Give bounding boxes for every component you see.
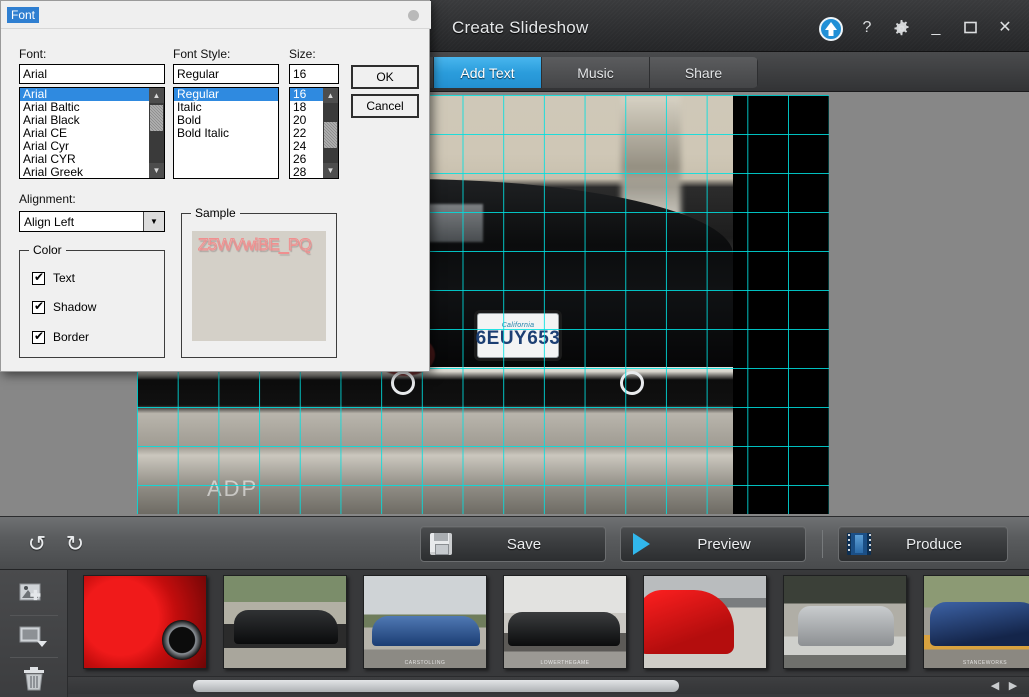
size-list-scrollbar[interactable]: ▲ ▼	[323, 88, 338, 178]
thumbnail-item[interactable]	[223, 575, 347, 669]
checkbox-icon[interactable]	[32, 301, 45, 314]
thumbnail-item[interactable]	[783, 575, 907, 669]
preview-button-label: Preview	[661, 536, 805, 553]
produce-button[interactable]: Produce	[838, 526, 1008, 562]
thumbnail-caption: CARSTOLLING	[364, 660, 486, 666]
gear-icon[interactable]	[889, 18, 913, 40]
filmstrip-tool-divider	[10, 615, 58, 616]
chevron-down-icon[interactable]: ▼	[143, 212, 164, 231]
color-text-label: Text	[53, 271, 75, 285]
font-style-input[interactable]: Regular	[173, 64, 279, 84]
color-border-checkbox-row[interactable]: Border	[32, 330, 89, 344]
film-icon	[839, 533, 879, 555]
sample-preview: Z5WVwiBE_PQ	[192, 231, 326, 341]
scroll-down-icon[interactable]: ▼	[149, 163, 164, 178]
style-option[interactable]: Bold Italic	[174, 127, 278, 140]
delete-slide-icon[interactable]	[14, 662, 54, 696]
size-list-scroll-thumb[interactable]	[324, 122, 337, 148]
thumbnail-item[interactable]: LOWERTHEGAME	[503, 575, 627, 669]
color-border-label: Border	[53, 330, 89, 344]
font-name-listbox[interactable]: Arial Arial Baltic Arial Black Arial CE …	[19, 87, 165, 179]
minimize-icon[interactable]: _	[924, 18, 948, 40]
save-button[interactable]: Save	[420, 526, 606, 562]
size-label: Size:	[289, 47, 316, 61]
color-group-title: Color	[29, 243, 66, 257]
font-list-scroll-thumb[interactable]	[150, 105, 163, 131]
play-icon	[621, 533, 661, 555]
save-button-label: Save	[461, 536, 605, 553]
tab-add-text[interactable]: Add Text	[434, 57, 542, 88]
filmstrip-scrollbar[interactable]: ◀ ▶	[68, 676, 1029, 694]
color-shadow-label: Shadow	[53, 300, 96, 314]
sample-group: Sample Z5WVwiBE_PQ	[181, 213, 337, 358]
tab-share[interactable]: Share	[650, 57, 758, 88]
filmstrip-scroll-thumb[interactable]	[193, 680, 679, 692]
maximize-icon[interactable]	[958, 18, 982, 40]
undo-icon[interactable]: ↺	[24, 531, 50, 557]
font-style-label: Font Style:	[173, 47, 230, 61]
window-title: Create Slideshow	[452, 18, 588, 38]
font-size-input[interactable]: 16	[289, 64, 339, 84]
color-text-checkbox-row[interactable]: Text	[32, 271, 75, 285]
thumbnail-item[interactable]: STANCEWORKS	[923, 575, 1029, 669]
plate-number: 6EUY653	[476, 329, 561, 349]
preview-button[interactable]: Preview	[620, 526, 806, 562]
font-dialog-close-icon[interactable]	[408, 10, 419, 21]
alignment-select[interactable]: Align Left ▼	[19, 211, 165, 232]
thumbnail-item[interactable]: CARSTOLLING	[363, 575, 487, 669]
redo-icon[interactable]: ↻	[62, 531, 88, 557]
checkbox-icon[interactable]	[32, 331, 45, 344]
color-shadow-checkbox-row[interactable]: Shadow	[32, 300, 96, 314]
scroll-left-icon[interactable]: ◀	[989, 680, 1001, 692]
font-dialog-title: Font	[7, 7, 39, 23]
filmstrip-toolbar	[0, 570, 68, 697]
sample-text: Z5WVwiBE_PQ	[198, 235, 311, 255]
ok-button[interactable]: OK	[351, 65, 419, 89]
close-icon[interactable]: ✕	[993, 18, 1017, 40]
cancel-button[interactable]: Cancel	[351, 94, 419, 118]
color-group: Color Text Shadow Border	[19, 250, 165, 358]
alignment-label: Alignment:	[19, 192, 76, 206]
thumbnail-item[interactable]	[643, 575, 767, 669]
thumbnail-caption: LOWERTHEGAME	[504, 660, 626, 666]
filmstrip: CARSTOLLING LOWERTHEGAME STANCEWORKS ◀ ▶	[0, 570, 1029, 697]
action-bar-divider	[822, 530, 823, 558]
help-icon[interactable]: ?	[855, 18, 879, 40]
thumbnail-item[interactable]	[83, 575, 207, 669]
action-bar: ↺ ↻ Save Preview Produce	[0, 516, 1029, 570]
sample-group-title: Sample	[191, 206, 240, 220]
scroll-down-icon[interactable]: ▼	[323, 163, 338, 178]
alignment-value: Align Left	[20, 212, 143, 231]
floppy-icon	[421, 533, 461, 555]
scroll-up-icon[interactable]: ▲	[149, 88, 164, 103]
wheel-circle-left	[391, 371, 415, 395]
produce-button-label: Produce	[879, 536, 1007, 553]
add-photo-icon[interactable]	[14, 578, 54, 612]
tab-music[interactable]: Music	[542, 57, 650, 88]
thumbnail-caption: STANCEWORKS	[924, 660, 1029, 666]
font-dialog-titlebar: Font	[1, 1, 431, 29]
license-plate: California 6EUY653	[477, 313, 559, 358]
thumbnail-list[interactable]: CARSTOLLING LOWERTHEGAME STANCEWORKS	[68, 570, 1029, 674]
font-option[interactable]: Arial Greek	[20, 166, 149, 179]
filmstrip-tool-divider-2	[10, 657, 58, 658]
photo-watermark: ADP	[207, 476, 258, 502]
font-list-scrollbar[interactable]: ▲ ▼	[149, 88, 164, 178]
font-style-listbox[interactable]: Regular Italic Bold Bold Italic	[173, 87, 279, 179]
slide-options-icon[interactable]	[14, 620, 54, 654]
wheel-circle-right	[620, 371, 644, 395]
stage-letterbox	[733, 95, 829, 514]
checkbox-icon[interactable]	[32, 272, 45, 285]
font-label: Font:	[19, 47, 46, 61]
font-name-input[interactable]: Arial	[19, 64, 165, 84]
font-dialog: Font Font: Font Style: Size: Arial Regul…	[0, 0, 430, 372]
size-option[interactable]: 28	[290, 166, 323, 179]
upgrade-icon[interactable]	[818, 16, 844, 42]
scroll-up-icon[interactable]: ▲	[323, 88, 338, 103]
font-size-listbox[interactable]: 16 18 20 22 24 26 28 ▲ ▼	[289, 87, 339, 179]
scroll-right-icon[interactable]: ▶	[1007, 680, 1019, 692]
